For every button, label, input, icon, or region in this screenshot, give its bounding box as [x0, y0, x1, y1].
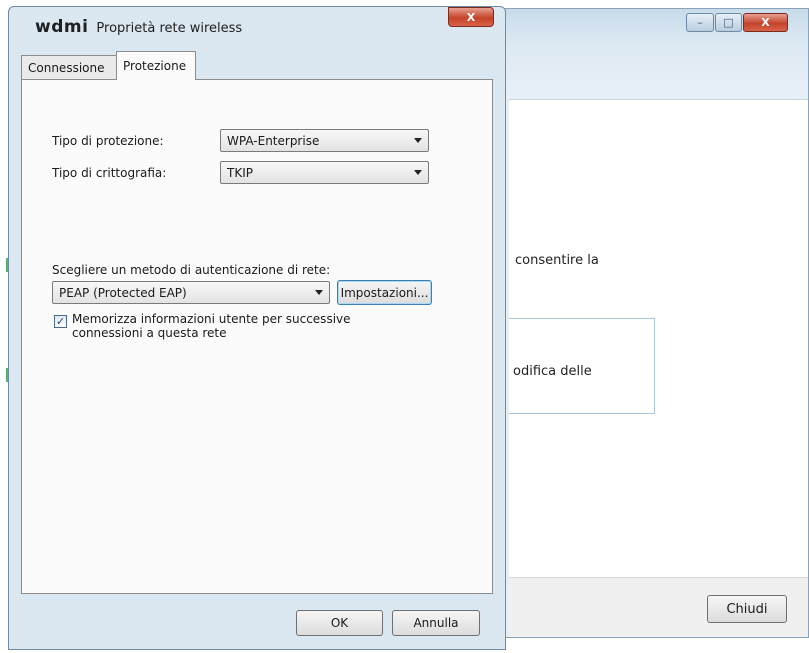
encryption-type-value: TKIP [227, 165, 253, 180]
tab-protezione[interactable]: Protezione [116, 51, 196, 80]
remember-credentials-line1[interactable]: Memorizza informazioni utente per succes… [72, 312, 351, 326]
checkmark-icon: ✓ [55, 315, 66, 328]
chevron-down-icon [414, 138, 422, 143]
background-text-line1: consentire la [515, 253, 599, 268]
ok-button[interactable]: OK [296, 610, 383, 636]
background-window-footer: Chiudi [509, 577, 808, 637]
encryption-type-label: Tipo di crittografia: [52, 166, 167, 180]
tab-connessione[interactable]: Connessione [21, 55, 117, 79]
background-window: – □ X consentire la odifica delle Chiudi [498, 8, 809, 638]
minimize-button[interactable]: – [686, 13, 714, 32]
close-window-button[interactable]: X [743, 13, 788, 32]
chevron-down-icon [414, 170, 422, 175]
background-text-line2: odifica delle [513, 364, 592, 379]
protection-panel: Tipo di protezione: WPA-Enterprise Tipo … [21, 79, 493, 594]
encryption-type-dropdown[interactable]: TKIP [220, 161, 429, 184]
auth-method-dropdown[interactable]: PEAP (Protected EAP) [52, 281, 330, 304]
settings-button[interactable]: Impostazioni... [337, 280, 432, 305]
close-button[interactable]: Chiudi [707, 595, 787, 623]
remember-credentials-checkbox[interactable]: ✓ [54, 315, 67, 328]
dialog-caption: Proprietà rete wireless [96, 21, 243, 36]
maximize-button[interactable]: □ [715, 13, 742, 32]
auth-method-label: Scegliere un metodo di autenticazione di… [52, 263, 331, 277]
dialog-title: wdmi Proprietà rete wireless [35, 17, 242, 41]
security-type-label: Tipo di protezione: [52, 134, 164, 148]
security-type-dropdown[interactable]: WPA-Enterprise [220, 129, 429, 152]
wireless-properties-dialog: wdmi Proprietà rete wireless X Connessio… [8, 6, 506, 650]
chevron-down-icon [315, 290, 323, 295]
remember-credentials-line2[interactable]: connessioni a questa rete [72, 326, 227, 340]
auth-method-value: PEAP (Protected EAP) [59, 285, 187, 300]
cancel-button[interactable]: Annulla [392, 610, 480, 636]
background-window-content: consentire la odifica delle [509, 99, 808, 578]
background-window-titlebar: – □ X [499, 9, 808, 99]
security-type-value: WPA-Enterprise [227, 133, 320, 148]
network-name: wdmi [35, 17, 89, 37]
dialog-close-button[interactable]: X [448, 7, 494, 27]
